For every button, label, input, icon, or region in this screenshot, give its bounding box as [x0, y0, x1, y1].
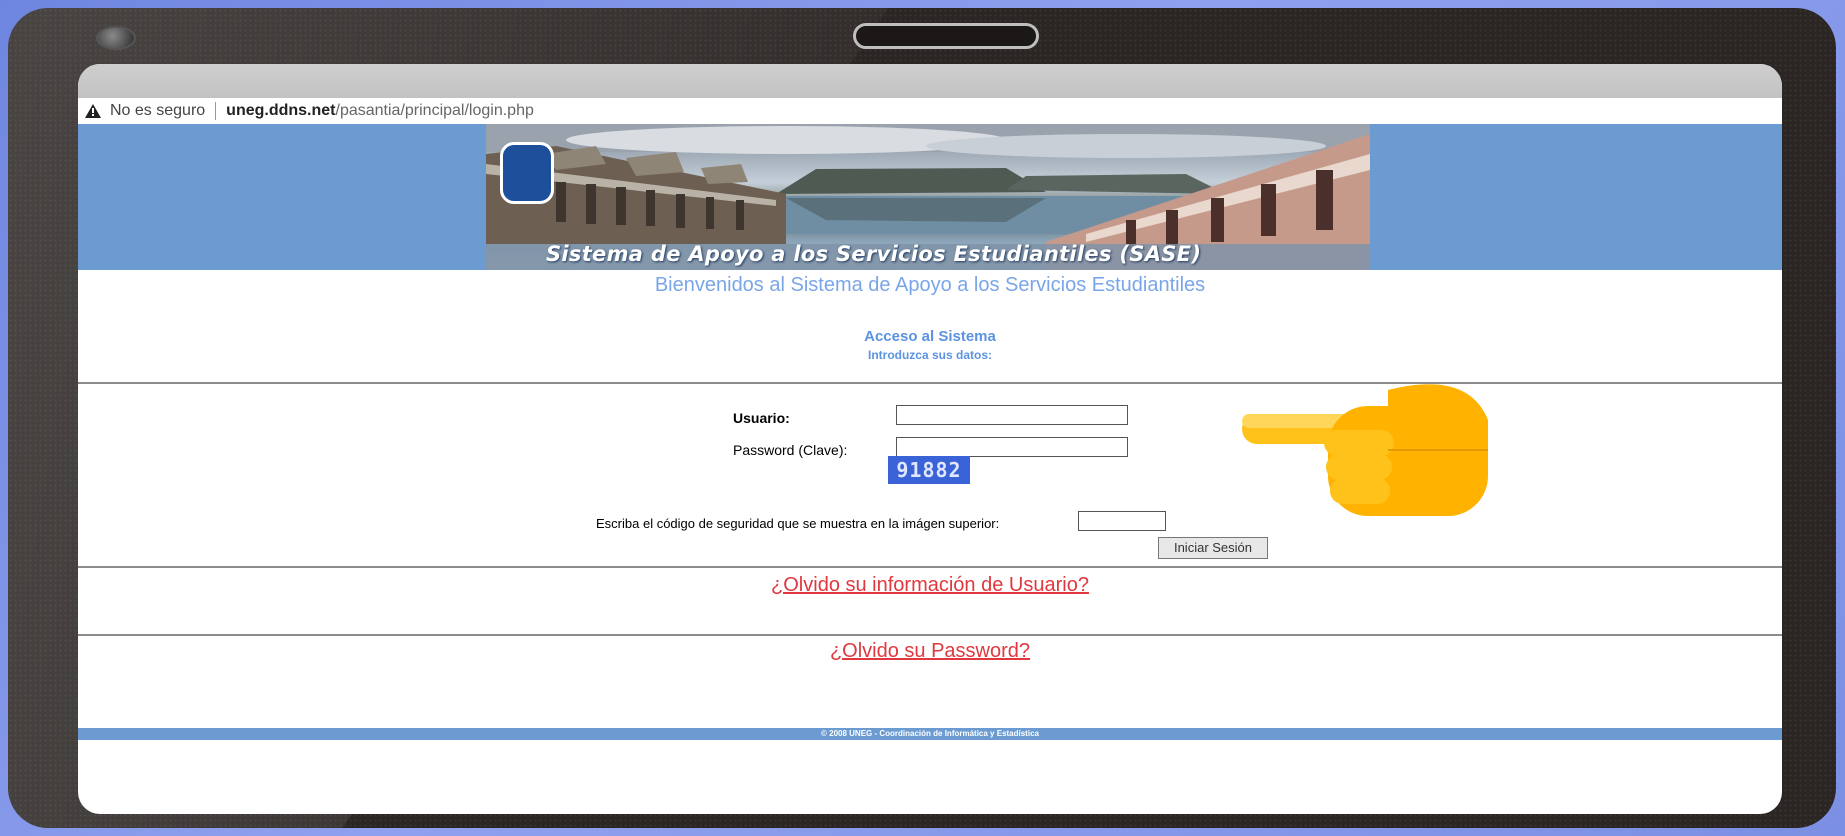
footer-copyright: © 2008 UNEG - Coordinación de Informátic… [78, 728, 1782, 740]
welcome-heading: Bienvenidos al Sistema de Apoyo a los Se… [654, 274, 1206, 296]
divider-top [78, 382, 1782, 384]
browser-screen: No es seguro uneg.ddns.net /pasantia/pri… [78, 64, 1782, 814]
access-title: Acceso al Sistema [864, 328, 996, 345]
address-bar[interactable]: No es seguro uneg.ddns.net /pasantia/pri… [78, 98, 1782, 125]
security-code-label: Escriba el código de seguridad que se mu… [596, 516, 1000, 531]
forgot-password-link[interactable]: ¿Olvido su Password? [78, 640, 1782, 663]
user-label: Usuario: [733, 410, 790, 426]
captcha-image: 91882 [888, 456, 970, 484]
address-divider [215, 102, 217, 120]
login-page: Sistema de Apoyo a los Servicios Estudia… [78, 124, 1782, 814]
banner-title: Sistema de Apoyo a los Servicios Estudia… [546, 242, 1202, 266]
user-input[interactable] [896, 405, 1128, 425]
password-input[interactable] [896, 437, 1128, 457]
security-code-input[interactable] [1078, 511, 1166, 531]
uneg-logo [500, 142, 554, 204]
warning-icon [85, 104, 101, 118]
speaker-grille [853, 23, 1039, 49]
login-button[interactable]: Iniciar Sesión [1158, 537, 1268, 559]
security-label: No es seguro [110, 102, 206, 119]
divider-middle [78, 566, 1782, 568]
browser-chrome [78, 64, 1782, 98]
url-path[interactable]: /pasantia/principal/login.php [336, 102, 534, 120]
url-host[interactable]: uneg.ddns.net [226, 102, 335, 120]
camera-icon [96, 26, 136, 50]
access-subtitle: Introduzca sus datos: [867, 348, 992, 362]
forgot-user-link[interactable]: ¿Olvido su información de Usuario? [78, 574, 1782, 597]
password-label: Password (Clave): [733, 442, 848, 458]
device-frame: No es seguro uneg.ddns.net /pasantia/pri… [8, 8, 1836, 828]
pointing-hand-icon [1242, 384, 1488, 516]
campus-banner: Sistema de Apoyo a los Servicios Estudia… [486, 124, 1370, 270]
divider-bottom [78, 634, 1782, 636]
